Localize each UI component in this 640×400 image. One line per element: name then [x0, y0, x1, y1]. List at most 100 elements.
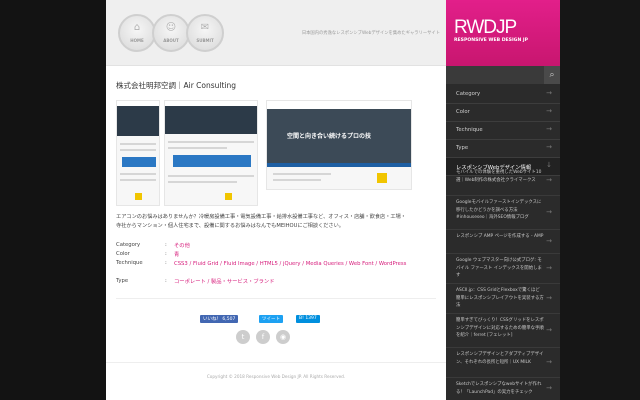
arrow-right-icon: → [546, 326, 552, 334]
sidebar-post[interactable]: レスポンシブデザインとアダプティブデザイン、それぞれの長所と短所｜UX MILK… [446, 348, 560, 378]
search-icon[interactable]: ⌕ [544, 66, 560, 84]
meta-value-link[interactable]: 青 [174, 251, 414, 259]
screenshot-tablet[interactable] [164, 100, 258, 206]
thumb-line [120, 173, 156, 175]
arrow-right-icon: → [546, 176, 552, 184]
thumb-line [168, 141, 254, 143]
post-title: レスポンシブデザインとアダプティブデザイン、それぞれの長所と短所｜UX MILK [456, 352, 544, 365]
sidebar-post[interactable]: レスポンシブ AMP ページを作成する - AMP → [446, 230, 560, 254]
arrow-right-icon: → [546, 358, 552, 366]
thumb-line [120, 143, 156, 145]
about-icon: ☺ [165, 22, 177, 33]
meta-key: Technique [116, 260, 143, 266]
meta-value-link[interactable]: その他 [174, 242, 414, 250]
sidebar-post[interactable]: モバイルでの体験を重視したWebサイト10選｜Web制作の株式会社クライマークス… [446, 166, 560, 196]
footer-divider [106, 362, 446, 363]
menu-label: Color [456, 109, 470, 115]
menu-color[interactable]: Color → [446, 104, 560, 122]
thumb-line [273, 173, 331, 175]
site-tagline: 日本国内の秀逸なレスポンシブWebデザインを集めたギャラリーサイト [301, 31, 440, 36]
menu-type[interactable]: Type → [446, 140, 560, 158]
screenshot-mobile[interactable] [116, 100, 160, 206]
arrow-right-icon: → [546, 264, 552, 272]
menu-technique[interactable]: Technique → [446, 122, 560, 140]
arrow-right-icon: → [546, 107, 552, 115]
post-title: モバイルでの体験を重視したWebサイト10選｜Web制作の株式会社クライマークス [456, 170, 542, 183]
thumb-banner [122, 157, 156, 167]
logo-subtext: RESPONSIVE WEB DESIGN JP [454, 38, 528, 43]
nav-home-label: HOME [130, 38, 144, 43]
screenshot-desktop[interactable]: 空間と向き合い続けるプロの技 [266, 100, 412, 190]
site-logo[interactable]: RWDJP RESPONSIVE WEB DESIGN JP [446, 0, 560, 66]
submit-icon: ✉ [200, 22, 210, 33]
thumb-line [168, 175, 254, 177]
meta-value-link[interactable]: CSS3 / Fluid Grid / Fluid Image / HTML5 … [174, 260, 414, 268]
twitter-icon[interactable]: t [236, 330, 250, 344]
menu-label: Category [456, 91, 481, 97]
menu-category[interactable]: Category → [446, 86, 560, 104]
post-title: ASCII.jp：CSS GridとFlexboxで驚くほど簡単にレスポンシブレ… [456, 288, 544, 308]
arrow-right-icon: → [546, 384, 552, 392]
arrow-right-icon: → [546, 294, 552, 302]
meta-key: Color [116, 251, 130, 257]
facebook-like-button[interactable]: いいね！ 6,507 [200, 315, 239, 323]
meta-key: Type [116, 278, 129, 284]
page-title: 株式会社明邦空調｜Air Consulting [116, 81, 237, 90]
hatena-bookmark-button[interactable]: B! 1397 [296, 315, 320, 323]
header: ⌂ HOME ☺ ABOUT ✉ SUBMIT 日本国内の秀逸なレスポンシブWe… [106, 0, 446, 66]
search-input[interactable] [446, 66, 560, 84]
site-description: エアコンのお悩みはありませんか？冷暖房設備工事・電気設備工事・給排水設備工事など… [116, 214, 406, 229]
arrow-right-icon: → [546, 208, 552, 216]
post-title: 簡単すぎてびっくり！CSSグリッドをレスポンシブデザインに対応するための簡単な手… [456, 318, 544, 338]
main-content: ⌂ HOME ☺ ABOUT ✉ SUBMIT 日本国内の秀逸なレスポンシブWe… [106, 0, 446, 400]
thumb-line [168, 147, 227, 149]
menu-label: Type [456, 145, 469, 151]
sidebar: RWDJP RESPONSIVE WEB DESIGN JP ⌕ Categor… [446, 0, 560, 400]
thumb-badge [377, 173, 387, 183]
sidebar-post[interactable]: Google ウェブマスター向け公式ブログ: モバイル ファースト インデックス… [446, 254, 560, 284]
meta-colon: : [165, 260, 167, 266]
sidebar-post[interactable]: ASCII.jp：CSS GridとFlexboxで驚くほど簡単にレスポンシブレ… [446, 284, 560, 314]
thumb-hero [165, 106, 257, 134]
left-background [0, 0, 106, 400]
meta-value-link[interactable]: コーポレート / 製品・サービス・ブランド [174, 278, 414, 286]
thumb-strip [267, 163, 411, 167]
logo-text: RWDJP [454, 17, 517, 38]
meta-colon: : [165, 278, 167, 284]
thumb-line [120, 179, 156, 181]
nav-about[interactable]: ☺ ABOUT [152, 14, 190, 52]
post-title: Google ウェブマスター向け公式ブログ: モバイル ファースト インデックス… [456, 258, 542, 278]
thumb-badge [225, 193, 232, 200]
meta-key: Category [116, 242, 141, 248]
post-title: Googleモバイルファーストインデックスに移行したかどうかを調べる方法 #in… [456, 200, 542, 220]
thumb-line [168, 181, 237, 183]
meta-colon: : [165, 251, 167, 257]
right-background [560, 0, 640, 400]
thumb-banner [173, 155, 251, 167]
arrow-right-icon: → [546, 89, 552, 97]
rss-icon[interactable]: ◉ [276, 330, 290, 344]
post-title: Sketchでレスポンシブなwebサイトが作れる！「LaunchPad」の実力を… [456, 382, 542, 395]
post-title: レスポンシブ AMP ページを作成する - AMP [456, 234, 544, 239]
thumb-line [120, 149, 156, 151]
thumb-line [273, 179, 321, 181]
tweet-button[interactable]: ツイート [259, 315, 283, 323]
nav-submit[interactable]: ✉ SUBMIT [186, 14, 224, 52]
arrow-right-icon: → [546, 237, 552, 245]
thumb-hero-text: 空間と向き合い続けるプロの技 [287, 133, 372, 140]
sidebar-post[interactable]: Googleモバイルファーストインデックスに移行したかどうかを調べる方法 #in… [446, 196, 560, 230]
arrow-right-icon: → [546, 143, 552, 151]
sidebar-post[interactable]: Sketchでレスポンシブなwebサイトが作れる！「LaunchPad」の実力を… [446, 378, 560, 400]
nav-home[interactable]: ⌂ HOME [118, 14, 156, 52]
facebook-icon[interactable]: f [256, 330, 270, 344]
sidebar-post[interactable]: 簡単すぎてびっくり！CSSグリッドをレスポンシブデザインに対応するための簡単な手… [446, 314, 560, 348]
nav-about-label: ABOUT [163, 38, 179, 43]
thumb-badge [135, 193, 142, 200]
arrow-right-icon: → [546, 125, 552, 133]
thumb-header [267, 101, 411, 109]
home-icon: ⌂ [133, 22, 141, 33]
menu-label: Technique [456, 127, 483, 133]
thumb-hero [117, 106, 159, 136]
meta-colon: : [165, 242, 167, 248]
copyright: Copyright © 2018 Responsive Web Design J… [206, 374, 346, 379]
